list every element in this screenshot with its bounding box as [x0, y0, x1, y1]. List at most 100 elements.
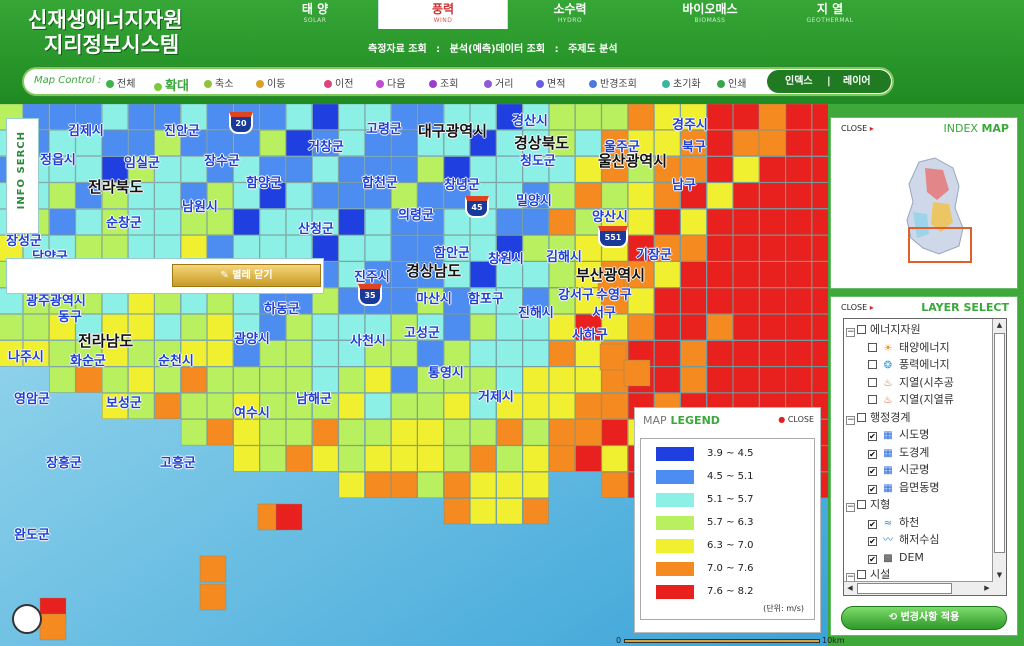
- map-control-2[interactable]: 축소: [204, 75, 233, 90]
- layer-checkbox[interactable]: [868, 554, 877, 564]
- map-control-10[interactable]: 초기화: [662, 75, 701, 90]
- tab-wind-sublabel: WIND: [433, 17, 453, 24]
- layer-row[interactable]: ≈ 하천: [868, 516, 919, 530]
- map-place-label: 장흥군: [46, 456, 82, 471]
- info-search-tab[interactable]: INFO SERCH: [6, 118, 39, 234]
- sub-navigation: 측정자료 조회 : 분석(예측)데이터 조회 : 주제도 분석: [368, 40, 624, 55]
- layer-row[interactable]: ▩ DEM: [868, 551, 924, 565]
- layer-checkbox[interactable]: [857, 570, 866, 579]
- boundary-icon: ▦: [883, 465, 893, 476]
- map-place-label: 고령군: [366, 122, 402, 137]
- scroll-up-icon[interactable]: ▲: [994, 319, 1005, 331]
- sun-icon: ☀: [883, 342, 893, 354]
- layer-row[interactable]: ❂ 풍력에너지: [868, 358, 950, 372]
- map-place-label: 순창군: [106, 216, 142, 231]
- map-place-label: 김해시: [546, 250, 582, 265]
- map-control-1[interactable]: 확대: [154, 75, 189, 94]
- layer-row[interactable]: ☀ 태양에너지: [868, 341, 950, 355]
- tab-wind[interactable]: 풍력 WIND: [378, 0, 508, 29]
- layer-checkbox[interactable]: [868, 449, 877, 459]
- layer-checkbox[interactable]: [868, 395, 877, 404]
- layer-row[interactable]: − 시설: [846, 568, 890, 582]
- layer-row[interactable]: ▦ 시도명: [868, 428, 929, 442]
- map-place-label: 보성군: [106, 396, 142, 411]
- subnav-forecast-data[interactable]: 분석(예측)데이터 조회: [450, 44, 545, 55]
- scroll-down-icon[interactable]: ▼: [994, 569, 1005, 581]
- depth-icon: 〰: [883, 535, 893, 546]
- map-place-label: 부산광역시: [576, 266, 646, 284]
- index-tab[interactable]: 인덱스: [785, 70, 813, 93]
- layer-tab[interactable]: 레이어: [843, 70, 871, 93]
- index-close-label: CLOSE: [841, 124, 868, 133]
- layer-checkbox[interactable]: [868, 432, 877, 441]
- tab-geothermal-sublabel: GEOTHERMAL: [806, 17, 854, 24]
- subnav-thematic-analysis[interactable]: 주제도 분석: [568, 44, 617, 55]
- layer-row[interactable]: ▦ 읍면동명: [868, 481, 939, 495]
- layer-row[interactable]: − 에너지자원: [846, 323, 921, 337]
- map-control-3[interactable]: 이동: [256, 75, 285, 90]
- tab-geothermal-label: 지 열: [816, 2, 844, 16]
- highway-shield-icon: 35: [358, 284, 382, 306]
- tab-geothermal[interactable]: 지 열 GEOTHERMAL: [775, 0, 885, 28]
- map-control-5[interactable]: 다음: [376, 75, 405, 90]
- map-control-bar: Map Control : 전체 확대 축소 이동 이전 다음 조회 거리 면적 반경조회 초기화 인…: [22, 67, 894, 96]
- apply-changes-button[interactable]: ⟲ 변경사항 적용: [841, 606, 1007, 630]
- map-control-7[interactable]: 거리: [484, 75, 513, 90]
- layer-row[interactable]: ♨ 지열(지열류: [868, 393, 954, 407]
- layer-checkbox[interactable]: [868, 342, 877, 352]
- map-control-title: Map Control :: [34, 75, 102, 86]
- app-logo[interactable]: 신재생에너지자원 지리정보시스템: [28, 7, 183, 57]
- scroll-right-icon[interactable]: ▶: [981, 582, 993, 595]
- collapse-icon[interactable]: −: [846, 503, 855, 512]
- map-control-6[interactable]: 조회: [429, 75, 458, 90]
- index-minimap[interactable]: [841, 142, 1009, 282]
- layer-label: 읍면동명: [899, 480, 940, 494]
- legend-close-button[interactable]: ● CLOSE: [778, 415, 814, 424]
- legend-range-label: 3.9 ~ 4.5: [707, 448, 754, 459]
- tree-horizontal-scrollbar[interactable]: ◀ ▶: [844, 581, 993, 595]
- layer-checkbox[interactable]: [868, 377, 877, 387]
- layer-checkbox[interactable]: [857, 500, 866, 509]
- tab-biomass[interactable]: 바이오매스 BIOMASS: [650, 0, 770, 28]
- scroll-left-icon[interactable]: ◀: [844, 582, 856, 595]
- logo-line2: 지리정보시스템: [44, 32, 180, 57]
- layer-row[interactable]: − 행정경계: [846, 411, 910, 425]
- collapse-icon[interactable]: −: [846, 328, 855, 337]
- scroll-thumb[interactable]: [994, 333, 1005, 553]
- layer-checkbox[interactable]: [868, 360, 877, 369]
- map-control-8[interactable]: 면적: [536, 75, 565, 90]
- index-close-button[interactable]: CLOSE ▸: [841, 124, 874, 133]
- layer-row[interactable]: ▦ 도경계: [868, 446, 929, 460]
- map-control-label: 거리: [495, 79, 514, 90]
- layer-checkbox[interactable]: [857, 412, 866, 422]
- map-control-11[interactable]: 인쇄: [717, 75, 746, 90]
- layer-checkbox[interactable]: [868, 467, 877, 476]
- map-place-label: 하동군: [264, 302, 300, 317]
- map-control-4[interactable]: 이전: [324, 75, 353, 90]
- layer-close-button[interactable]: CLOSE ▸: [841, 303, 874, 312]
- close-icon: ▸: [869, 303, 874, 312]
- layer-checkbox[interactable]: [868, 519, 877, 529]
- collapse-icon[interactable]: −: [846, 415, 855, 425]
- info-search-panel: ✎ 별레 닫기: [6, 258, 324, 294]
- tree-vertical-scrollbar[interactable]: ▲ ▼: [992, 319, 1006, 595]
- layer-row[interactable]: ♨ 지열(시추공: [868, 376, 954, 390]
- index-map-title: INDEX MAP: [944, 122, 1009, 135]
- layer-checkbox[interactable]: [868, 484, 877, 494]
- map-control-label: 축소: [215, 79, 234, 90]
- layer-row[interactable]: ▦ 시군명: [868, 463, 929, 477]
- layer-row[interactable]: − 지형: [846, 498, 890, 512]
- layer-label: 지열(시추공: [899, 375, 954, 389]
- map-place-label: 경산시: [512, 114, 548, 129]
- tab-solar[interactable]: 태 양 SOLAR: [260, 0, 370, 28]
- close-all-button[interactable]: ✎ 별레 닫기: [172, 264, 321, 287]
- layer-row[interactable]: 〰 해저수심: [868, 533, 939, 547]
- scroll-thumb[interactable]: [857, 583, 952, 594]
- map-control-9[interactable]: 반경조회: [589, 75, 637, 90]
- map-control-0[interactable]: 전체: [106, 75, 135, 90]
- layer-checkbox[interactable]: [868, 537, 877, 546]
- tab-hydro[interactable]: 소수력 HYDRO: [515, 0, 625, 28]
- map-place-label: 밀양시: [516, 194, 552, 209]
- layer-checkbox[interactable]: [857, 325, 866, 334]
- subnav-measured-data[interactable]: 측정자료 조회: [368, 44, 427, 55]
